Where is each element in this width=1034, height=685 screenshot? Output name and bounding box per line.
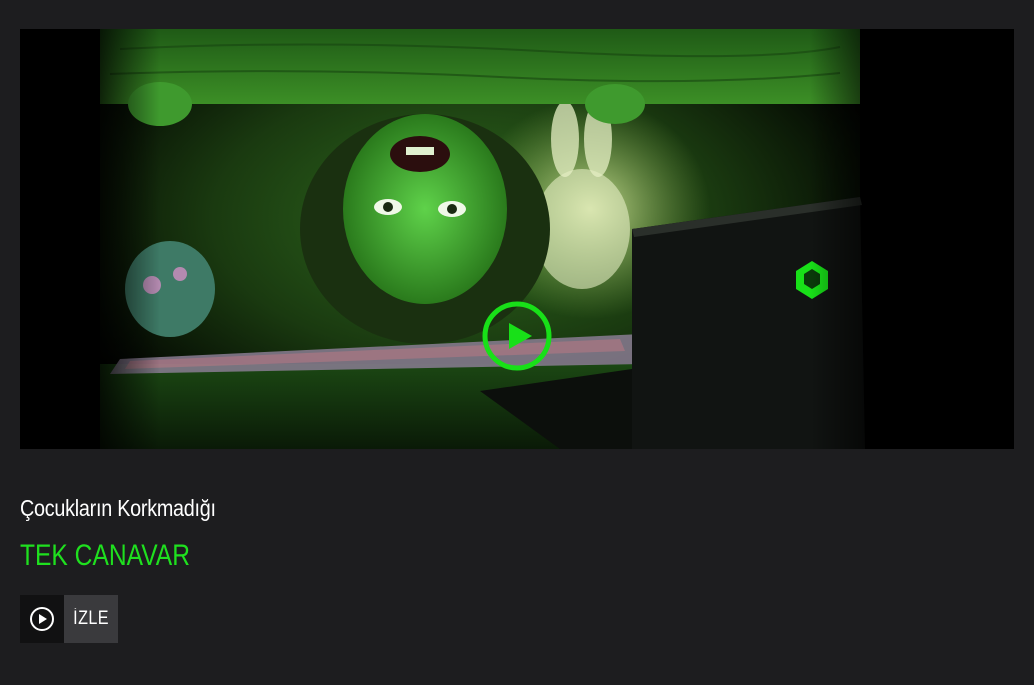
banner-image (20, 29, 1014, 449)
watch-button-label: İZLE (73, 608, 109, 629)
promo-subtitle: Çocukların Korkmadığı (20, 495, 216, 521)
watch-button-label-box[interactable]: İZLE (64, 595, 118, 643)
play-button[interactable] (482, 301, 552, 371)
page: Çocukların Korkmadığı TEK CANAVAR İZLE (0, 0, 1034, 685)
play-circle-icon (30, 607, 54, 631)
promo-headline: TEK CANAVAR (20, 539, 190, 572)
watch-button[interactable]: İZLE (20, 595, 118, 643)
watch-button-icon-box[interactable] (20, 595, 64, 643)
video-banner[interactable] (20, 29, 1014, 449)
play-icon (482, 301, 552, 371)
